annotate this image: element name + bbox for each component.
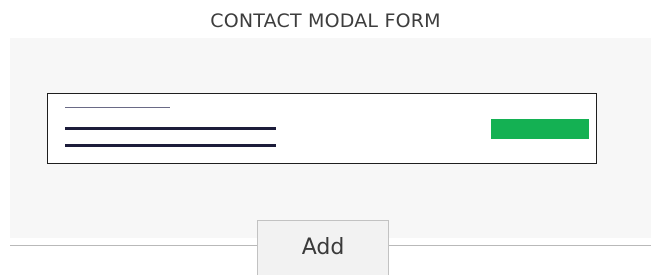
- page: CONTACT MODAL FORM Add: [0, 0, 651, 275]
- add-button[interactable]: Add: [257, 220, 389, 275]
- contact-card[interactable]: [47, 93, 597, 164]
- page-title: CONTACT MODAL FORM: [210, 10, 441, 32]
- contact-card-subtitle-placeholder: [65, 107, 170, 108]
- contact-card-status-bar: [491, 119, 589, 139]
- contact-card-detail-placeholder: [65, 144, 276, 147]
- contact-card-name-placeholder: [65, 127, 276, 130]
